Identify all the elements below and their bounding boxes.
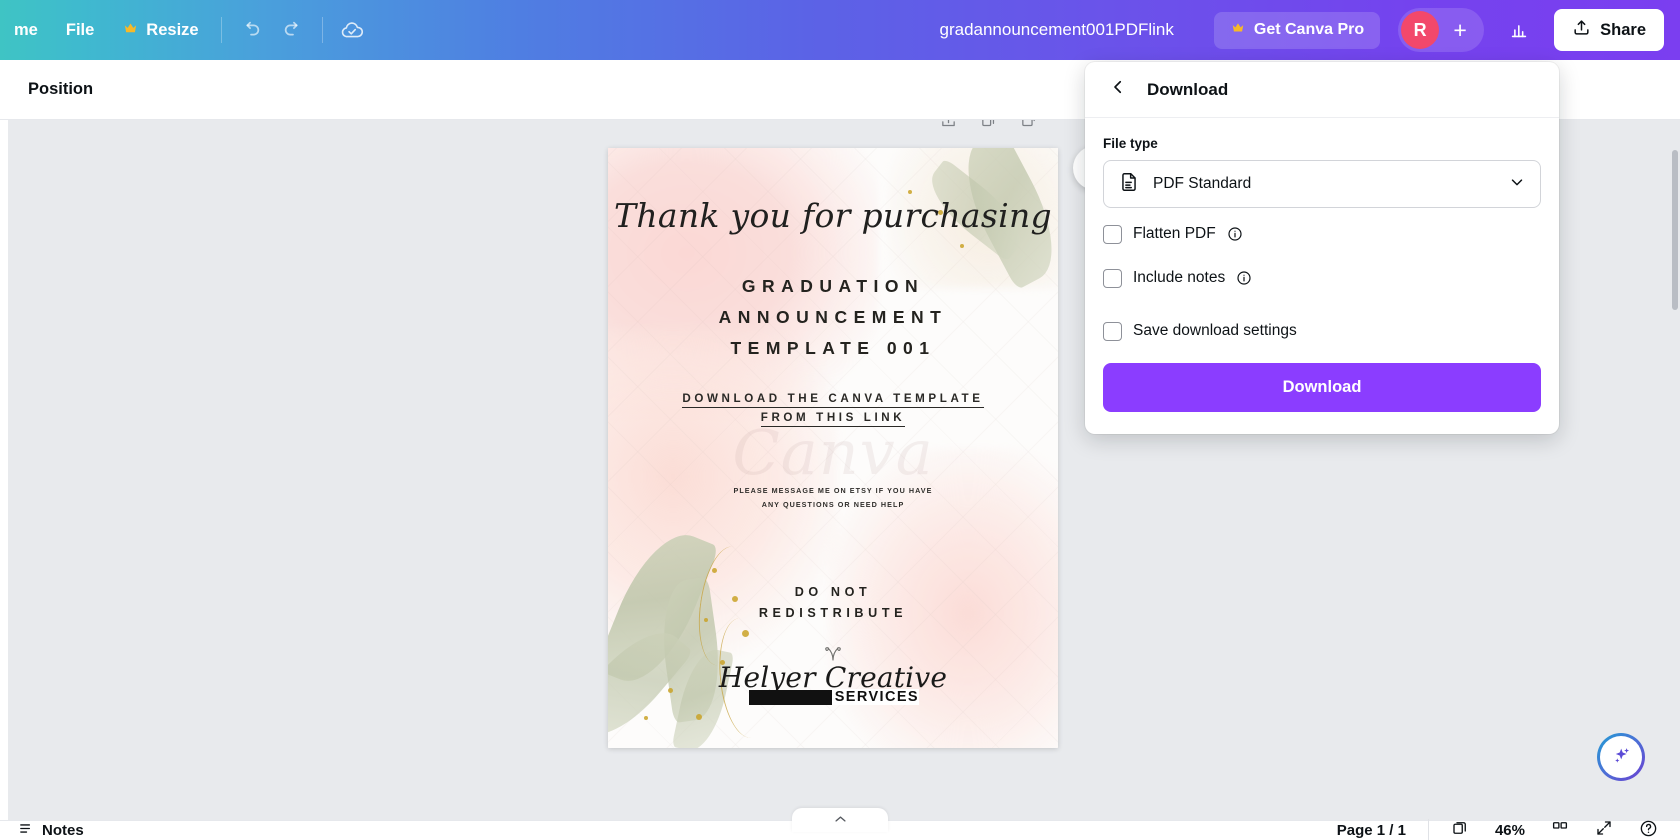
notes-button[interactable]: Notes [18, 820, 84, 840]
redo-button[interactable] [272, 9, 314, 51]
sprig-icon [821, 643, 845, 661]
flatten-pdf-label: Flatten PDF [1133, 225, 1216, 242]
brand-logo: Helyer Creative SERVICES [608, 643, 1058, 710]
duplicate-page-icon [980, 120, 997, 134]
delete-page-icon [1020, 120, 1037, 134]
cloud-saved-button[interactable] [331, 9, 373, 51]
share-label: Share [1600, 20, 1646, 39]
design-title-line-1: GRADUATION [741, 276, 925, 296]
page-toolbar [935, 120, 1041, 136]
undo-button[interactable] [230, 9, 272, 51]
include-notes-checkbox[interactable] [1103, 268, 1122, 288]
home-menu-button[interactable]: me [0, 13, 52, 48]
chevron-up-icon [833, 811, 848, 829]
export-page-icon [940, 120, 957, 134]
get-canva-pro-label: Get Canva Pro [1253, 21, 1365, 38]
share-button[interactable]: Share [1554, 9, 1664, 51]
crown-pro-icon [1230, 21, 1246, 40]
save-download-settings-option[interactable]: Save download settings [1103, 313, 1541, 349]
toolbar-divider-2 [321, 17, 323, 43]
top-toolbar: me File Resize gradannouncement001PDFlin… [0, 0, 1680, 60]
page-content: Thank you for purchasing GRADUATION ANNO… [608, 148, 1058, 748]
bottom-right-group: 46% [1451, 819, 1658, 840]
insights-icon [1508, 19, 1530, 41]
undo-icon [240, 19, 262, 41]
template-link-line-2: FROM THIS LINK [760, 410, 906, 427]
do-not-line-2: REDISTRIBUTE [758, 606, 908, 620]
canva-editor-window: me File Resize gradannouncement001PDFlin… [0, 0, 1680, 840]
home-menu-label: me [14, 20, 38, 39]
support-note-line-2: ANY QUESTIONS OR NEED HELP [761, 500, 905, 509]
include-notes-label: Include notes [1133, 269, 1226, 286]
download-panel: Download File type PDF Standard Flatten … [1085, 62, 1559, 434]
option-gap [1103, 296, 1541, 305]
flatten-pdf-info-icon[interactable] [1227, 226, 1243, 242]
do-not-redistribute-block: DO NOT REDISTRIBUTE [608, 582, 1058, 624]
file-type-label: File type [1103, 136, 1158, 151]
file-menu-label: File [65, 20, 95, 39]
download-panel-header: Download [1085, 62, 1559, 118]
export-page-button[interactable] [935, 120, 961, 136]
file-type-value: PDF Standard [1153, 175, 1252, 192]
crown-icon [122, 21, 139, 39]
design-title-line-3: TEMPLATE 001 [730, 338, 936, 358]
brand-logo-script: Helyer Creative [718, 661, 948, 694]
left-rail [0, 120, 8, 820]
resize-button[interactable]: Resize [108, 13, 212, 48]
design-title-block: GRADUATION ANNOUNCEMENT TEMPLATE 001 [608, 271, 1058, 364]
avatar[interactable]: R [1401, 11, 1440, 49]
brand-logo-bar: SERVICES [749, 689, 919, 706]
resize-label: Resize [146, 20, 199, 39]
delete-page-button[interactable] [1015, 120, 1041, 136]
duplicate-icon[interactable] [1451, 819, 1469, 840]
notes-icon [18, 820, 35, 840]
fullscreen-icon[interactable] [1595, 819, 1613, 840]
support-note-block: PLEASE MESSAGE ME ON ETSY IF YOU HAVE AN… [608, 484, 1058, 512]
notes-label: Notes [42, 822, 84, 839]
design-title-line-2: ANNOUNCEMENT [718, 307, 948, 327]
download-submit-button[interactable]: Download [1103, 363, 1541, 412]
get-canva-pro-button[interactable]: Get Canva Pro [1213, 11, 1381, 49]
pdf-document-icon [1118, 171, 1140, 198]
collapse-bottom-bar-handle[interactable] [792, 808, 888, 832]
file-type-select[interactable]: PDF Standard [1103, 160, 1541, 208]
redo-icon [282, 19, 304, 41]
download-panel-body: File type PDF Standard Flatten PDF Inclu… [1085, 118, 1559, 434]
include-notes-info-icon[interactable] [1236, 270, 1252, 286]
position-button[interactable]: Position [14, 71, 107, 108]
brand-logo-services: SERVICES [831, 689, 919, 706]
account-group: R + [1398, 8, 1485, 52]
magic-studio-icon [1609, 743, 1633, 772]
cloud-saved-icon [339, 17, 365, 43]
flatten-pdf-option[interactable]: Flatten PDF [1103, 216, 1541, 252]
invite-members-button[interactable]: + [1442, 12, 1478, 48]
grid-view-icon[interactable] [1551, 819, 1569, 840]
save-download-settings-checkbox[interactable] [1103, 321, 1122, 341]
template-link-line-1: DOWNLOAD THE CANVA TEMPLATE [682, 392, 984, 408]
chevron-left-icon [1109, 78, 1127, 101]
page-indicator[interactable]: Page 1 / 1 [1337, 822, 1406, 839]
flatten-pdf-checkbox[interactable] [1103, 224, 1122, 244]
include-notes-option[interactable]: Include notes [1103, 260, 1541, 296]
download-back-button[interactable] [1103, 75, 1133, 105]
file-menu-button[interactable]: File [52, 13, 108, 48]
insights-button[interactable] [1498, 9, 1540, 51]
download-panel-title: Download [1147, 79, 1229, 99]
chevron-down-icon [1508, 173, 1526, 196]
zoom-level[interactable]: 46% [1495, 822, 1525, 839]
design-page[interactable]: Canva Thank you for purchasing GRADUATIO… [608, 148, 1058, 748]
template-link-block[interactable]: DOWNLOAD THE CANVA TEMPLATE FROM THIS LI… [608, 390, 1058, 427]
help-icon[interactable] [1639, 819, 1658, 840]
support-note-line-1: PLEASE MESSAGE ME ON ETSY IF YOU HAVE [733, 486, 933, 495]
share-upload-icon [1572, 18, 1591, 42]
document-title[interactable]: gradannouncement001PDFlink [928, 13, 1186, 47]
thank-you-heading: Thank you for purchasing [614, 196, 1052, 235]
toolbar-divider-1 [220, 17, 222, 43]
magic-studio-button[interactable] [1600, 736, 1642, 778]
duplicate-page-button[interactable] [975, 120, 1001, 136]
workspace-scrollbar[interactable] [1672, 150, 1678, 310]
save-download-settings-label: Save download settings [1133, 322, 1297, 339]
bottom-divider [1427, 818, 1429, 840]
do-not-line-1: DO NOT [794, 585, 872, 599]
